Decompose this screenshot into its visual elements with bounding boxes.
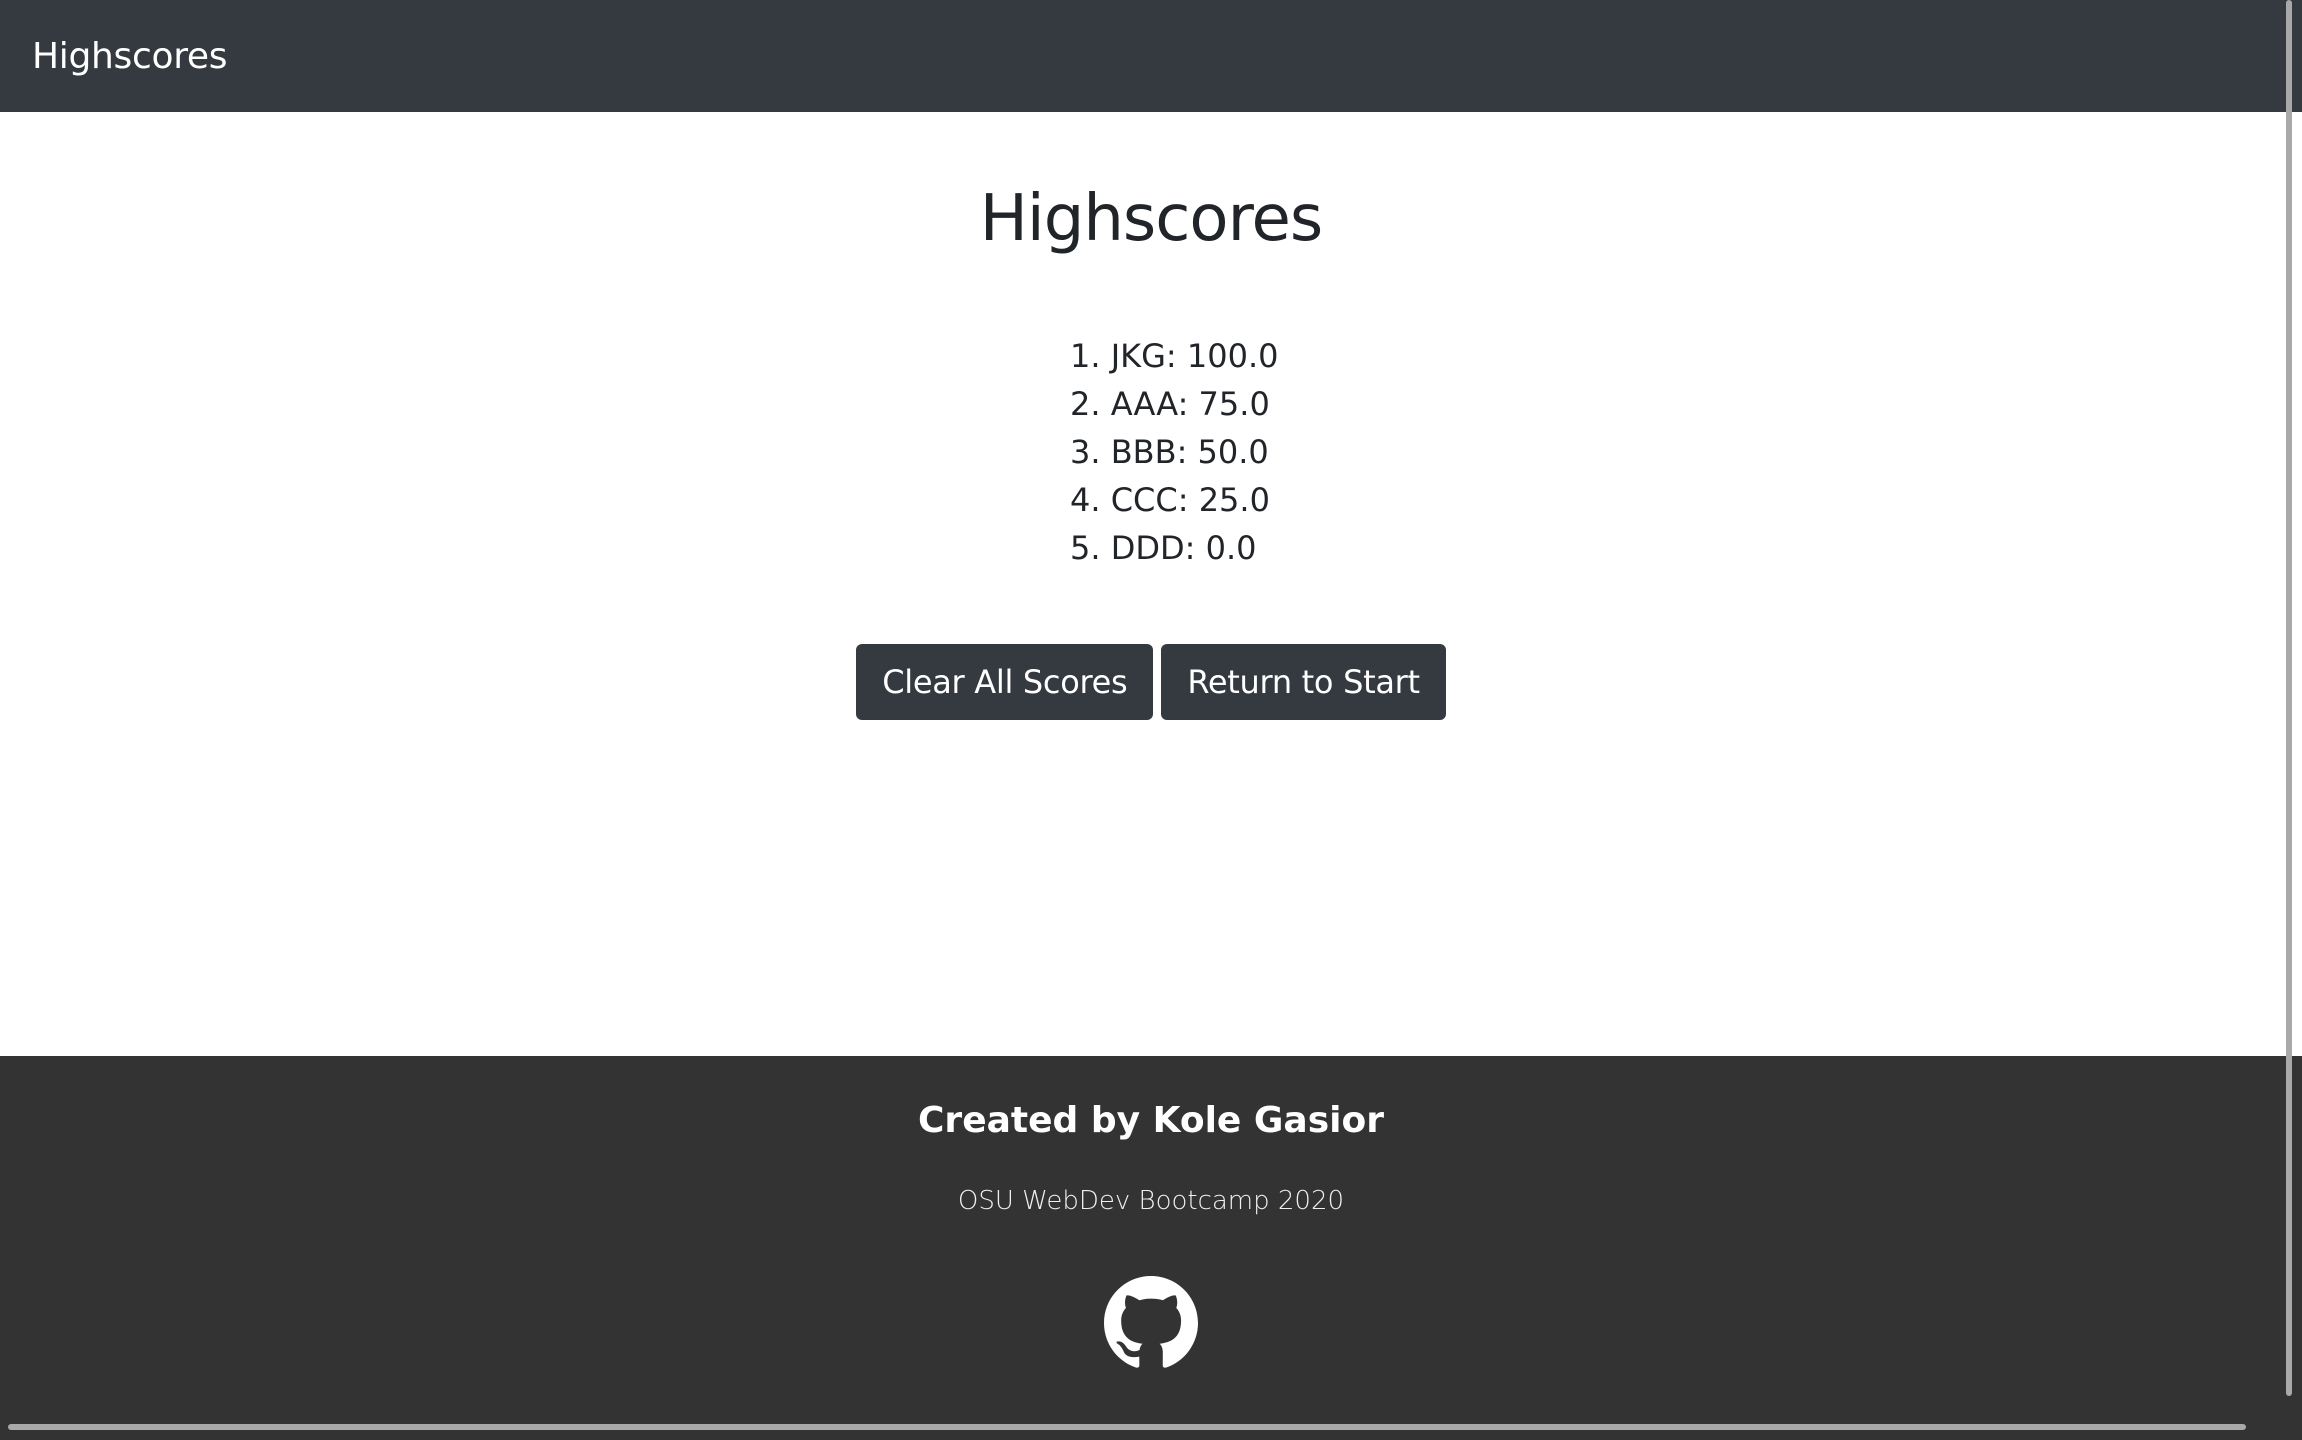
vertical-scrollbar[interactable] — [2286, 0, 2292, 1396]
score-item: 1. JKG: 100.0 — [1070, 337, 1279, 375]
score-item: 3. BBB: 50.0 — [1070, 433, 1269, 471]
footer-title: Created by Kole Gasior — [918, 1100, 1384, 1141]
github-icon — [1104, 1276, 1198, 1368]
page-title: Highscores — [979, 182, 1323, 256]
score-item: 5. DDD: 0.0 — [1070, 529, 1257, 567]
score-item: 2. AAA: 75.0 — [1070, 385, 1270, 423]
button-row: Clear All Scores Return to Start — [0, 644, 2302, 720]
navbar-brand[interactable]: Highscores — [32, 36, 228, 77]
footer-subtitle: OSU WebDev Bootcamp 2020 — [957, 1186, 1345, 1216]
navbar: Highscores — [0, 0, 2302, 112]
horizontal-scrollbar[interactable] — [8, 1424, 2246, 1430]
main-content: Highscores 1. JKG: 100.0 2. AAA: 75.0 3.… — [0, 112, 2302, 1056]
score-item: 4. CCC: 25.0 — [1070, 481, 1270, 519]
scores-list: 1. JKG: 100.0 2. AAA: 75.0 3. BBB: 50.0 … — [1070, 332, 1278, 572]
page: Highscores Highscores 1. JKG: 100.0 2. A… — [0, 0, 2302, 1440]
github-link[interactable] — [1104, 1276, 1198, 1370]
return-to-start-button[interactable]: Return to Start — [1161, 644, 1446, 720]
clear-all-scores-button[interactable]: Clear All Scores — [856, 644, 1154, 720]
footer: Created by Kole Gasior OSU WebDev Bootca… — [0, 1056, 2302, 1440]
